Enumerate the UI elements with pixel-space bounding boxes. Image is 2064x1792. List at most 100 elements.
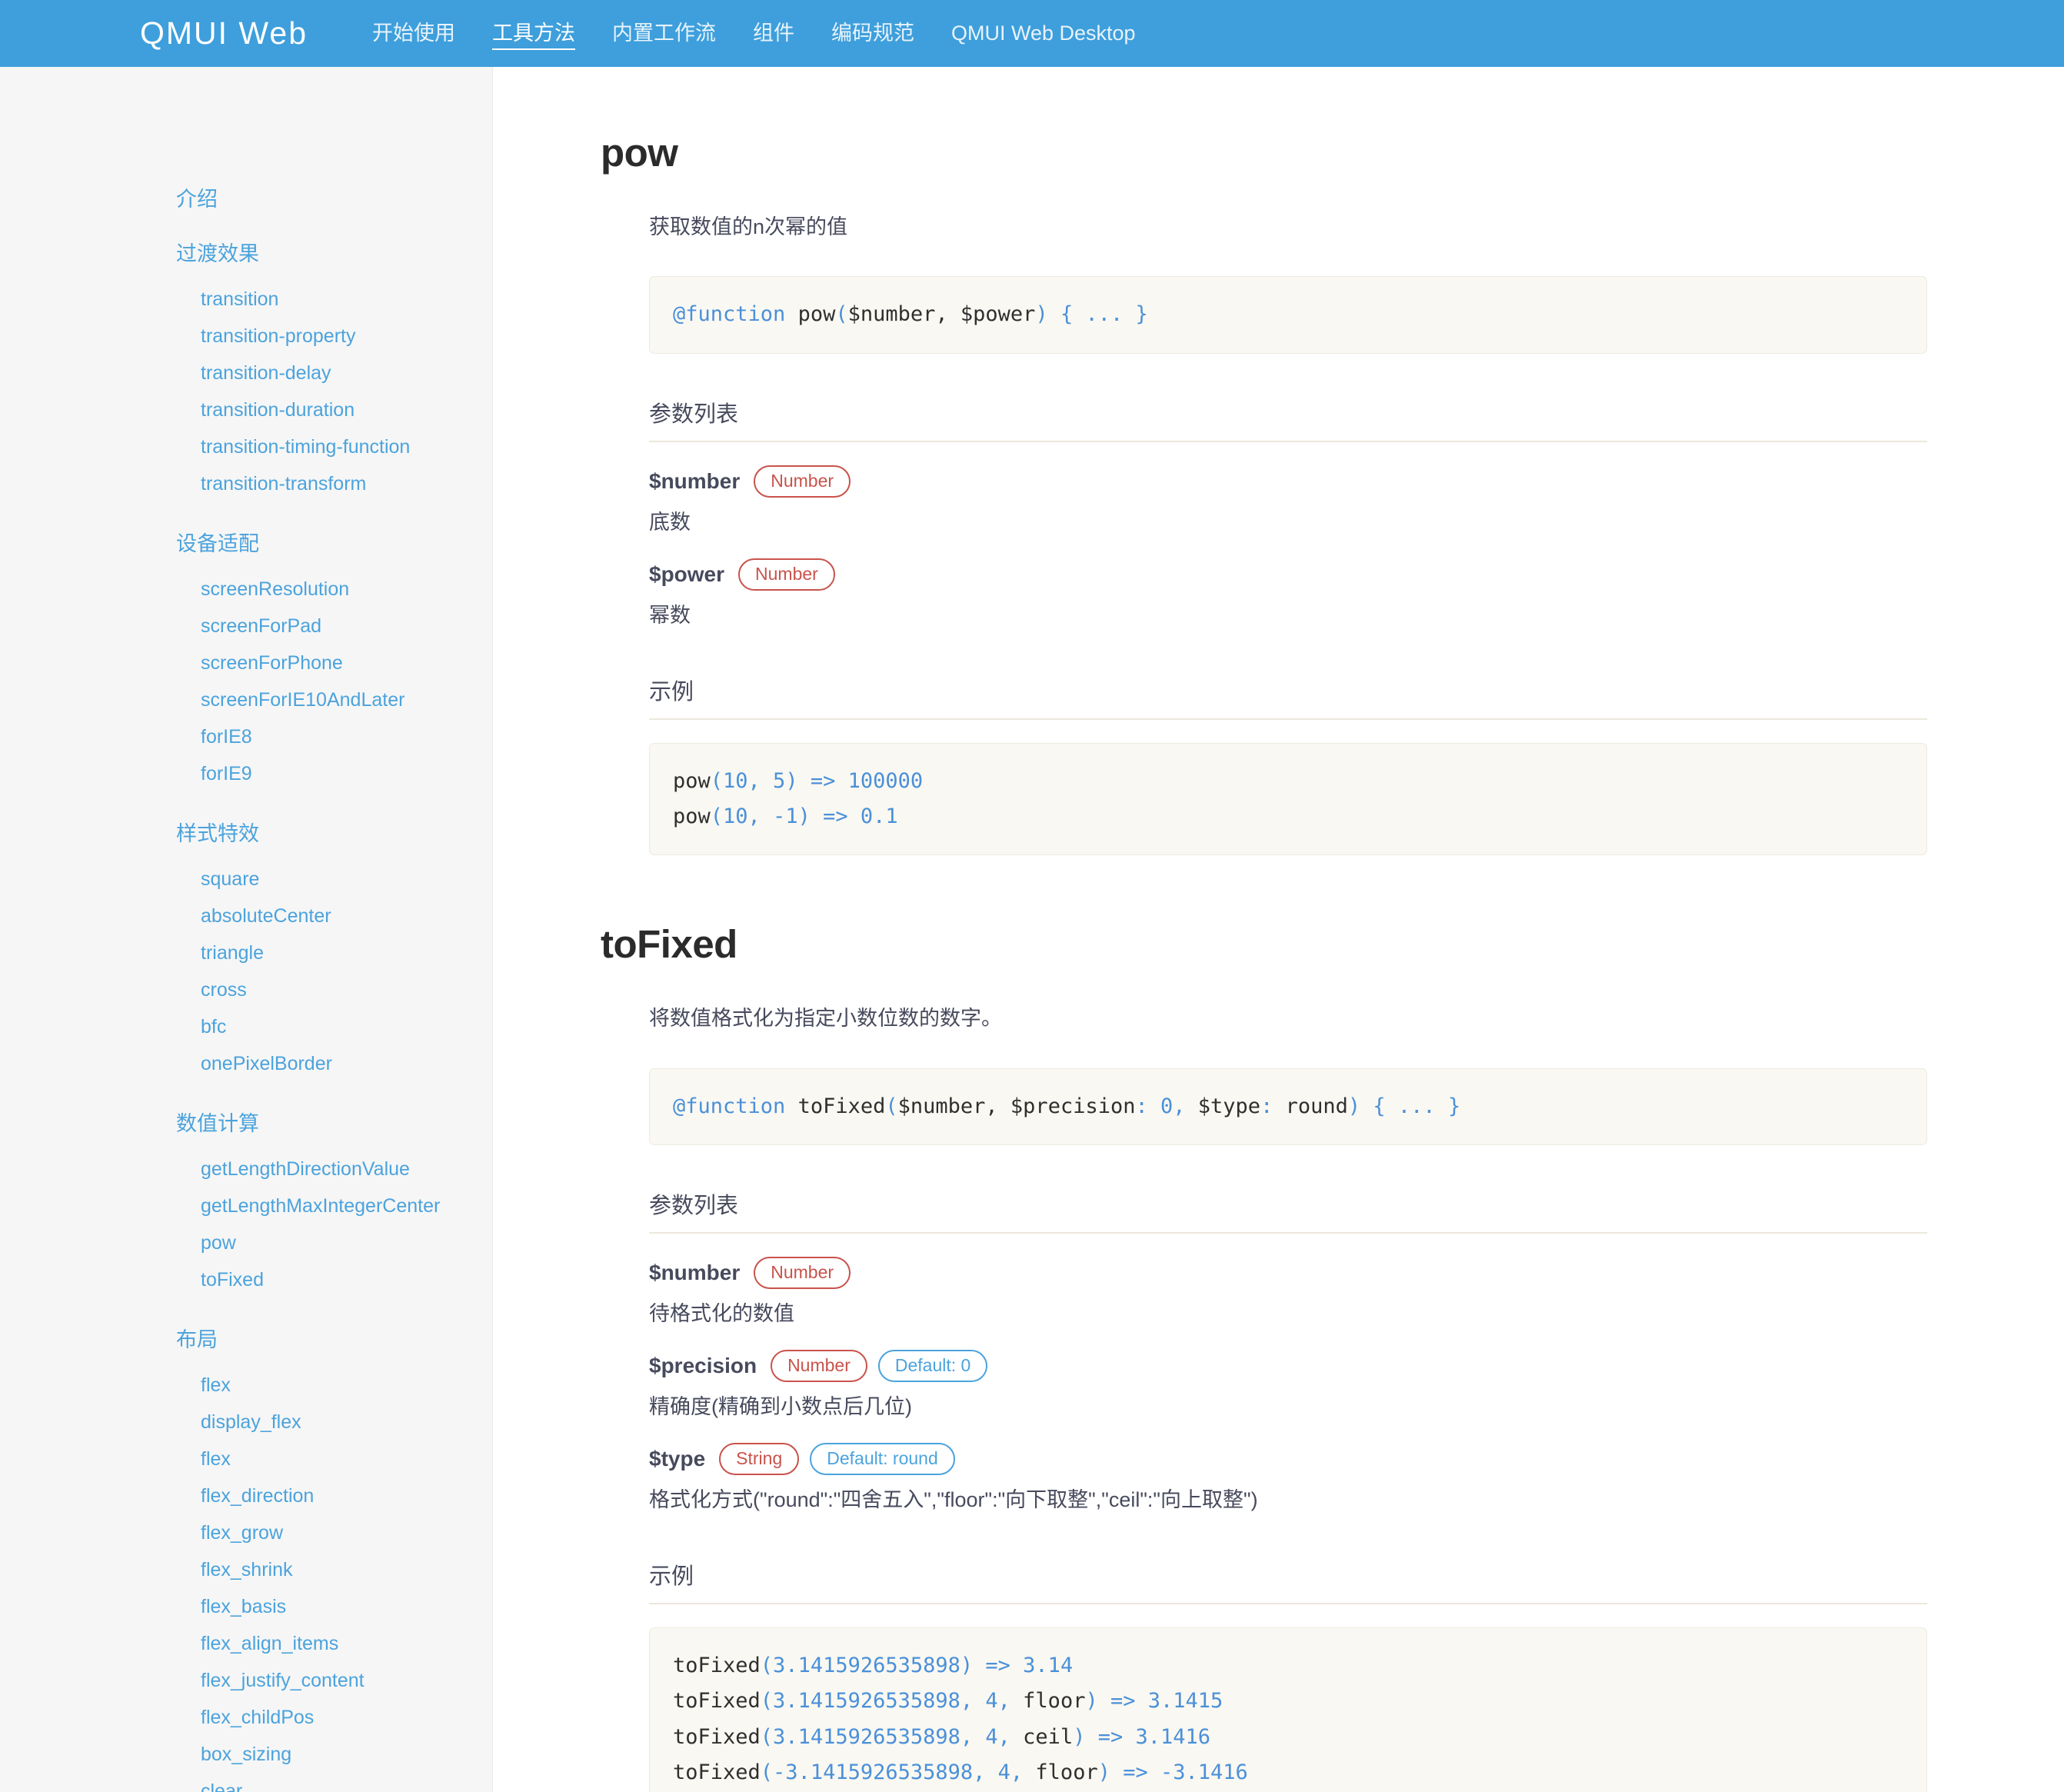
code-token: $number, $power [847, 302, 1036, 327]
code-token: ( [885, 1094, 898, 1118]
code-token: ceil [1023, 1724, 1074, 1749]
param-name: $number [649, 1261, 741, 1285]
params-list: $number Number 底数 $power Number 幂数 [649, 465, 1927, 631]
sidebar-group-title-3[interactable]: 样式特效 [0, 817, 492, 847]
code-token: => 0.1 [823, 804, 898, 828]
sidebar-item-transition-transform[interactable]: transition-transform [0, 465, 492, 502]
sidebar-item-cross[interactable]: cross [0, 971, 492, 1008]
code-token: (3.1415926535898, 4, [760, 1724, 1024, 1749]
sidebar-group-title-4[interactable]: 数值计算 [0, 1107, 492, 1137]
param-row: $type String Default: round 格式化方式("round":"… [649, 1442, 1927, 1516]
sidebar-item-square[interactable]: square [0, 861, 492, 898]
sidebar-item-triangle[interactable]: triangle [0, 934, 492, 971]
example-section-label: 示例 [649, 674, 1927, 720]
sidebar-item-bfc[interactable]: bfc [0, 1008, 492, 1045]
nav-item-0[interactable]: 开始使用 [354, 0, 474, 67]
param-name: $power [649, 561, 725, 586]
code-token: $number, $precision [897, 1094, 1136, 1118]
param-row: $power Number 幂数 [649, 558, 1927, 631]
nav-item-4[interactable]: 编码规范 [813, 0, 933, 67]
code-token: floor [1023, 1689, 1086, 1714]
code-token: 0 [1147, 1094, 1173, 1118]
brand-logo[interactable]: QMUI Web [140, 15, 308, 52]
code-token: (10, 5) [710, 768, 798, 793]
code-line: toFixed(3.1415926535898, 4, ceil) => 3.1… [673, 1720, 1903, 1755]
sidebar-item-flex_align_items[interactable]: flex_align_items [0, 1625, 492, 1662]
sidebar-item-transition[interactable]: transition [0, 281, 492, 318]
params-list: $number Number 待格式化的数值 $precision Number Defa… [649, 1257, 1927, 1516]
code-line: toFixed(3.1415926535898) => 3.14 [673, 1648, 1903, 1684]
function-title-pow: pow [601, 131, 678, 175]
sidebar-item-getLengthMaxIntegerCenter[interactable]: getLengthMaxIntegerCenter [0, 1187, 492, 1224]
top-navigation-bar: QMUI Web 开始使用 工具方法 内置工作流 组件 编码规范 QMUI Web Des… [0, 0, 2064, 67]
code-token: { ... } [1047, 302, 1148, 327]
code-token: => 3.14 [985, 1653, 1074, 1677]
code-token: @function [673, 302, 798, 327]
sidebar-item-forIE9[interactable]: forIE9 [0, 755, 492, 792]
sidebar-item-flex[interactable]: flex [0, 1441, 492, 1477]
page-body: 介绍 过渡效果 transition transition-property trans… [0, 67, 2064, 1792]
param-description: 格式化方式("round":"四舍五入","floor":"向下取整","cei… [649, 1488, 1258, 1512]
sidebar-group-title-1[interactable]: 过渡效果 [0, 237, 492, 267]
sidebar-item-transition-delay[interactable]: transition-delay [0, 355, 492, 391]
code-token: toFixed [673, 1760, 761, 1785]
example-code-block: pow(10, 5) => 100000 pow(10, -1) => 0.1 [649, 742, 1927, 856]
code-token: ) [1085, 1689, 1098, 1714]
nav-item-5[interactable]: QMUI Web Desktop [933, 0, 1154, 67]
sidebar-item-transition-property[interactable]: transition-property [0, 318, 492, 355]
sidebar-item-transition-timing-function[interactable]: transition-timing-function [0, 428, 492, 465]
code-token: ( [835, 302, 848, 327]
param-type-badge: String [719, 1442, 800, 1476]
sidebar-item-pow[interactable]: pow [0, 1224, 492, 1261]
function-signature-code: @function toFixed($number, $precision: 0… [649, 1068, 1927, 1145]
sidebar-group-title-5[interactable]: 布局 [0, 1323, 492, 1353]
nav-item-3[interactable]: 组件 [734, 0, 813, 67]
param-name: $number [649, 468, 741, 493]
param-default-badge: Default: 0 [877, 1349, 988, 1383]
example-code-block: toFixed(3.1415926535898) => 3.14 toFixed(… [649, 1627, 1927, 1792]
sidebar-item-flex_grow[interactable]: flex_grow [0, 1514, 492, 1551]
sidebar-item-screenForPhone[interactable]: screenForPhone [0, 645, 492, 681]
code-token: pow [673, 804, 711, 828]
sidebar-item-toFixed[interactable]: toFixed [0, 1261, 492, 1298]
sidebar-item-flex_basis[interactable]: flex_basis [0, 1588, 492, 1625]
nav-item-1[interactable]: 工具方法 [474, 0, 594, 67]
param-description: 幂数 [649, 604, 691, 627]
sidebar-item-getLengthDirectionValue[interactable]: getLengthDirectionValue [0, 1151, 492, 1187]
sidebar-item-transition-duration[interactable]: transition-duration [0, 391, 492, 428]
sidebar-group-title-0[interactable]: 介绍 [0, 182, 492, 212]
sidebar-navigation[interactable]: 介绍 过渡效果 transition transition-property trans… [0, 67, 493, 1792]
code-line: pow(10, -1) => 0.1 [673, 799, 1903, 834]
code-token: toFixed [673, 1653, 761, 1677]
param-description: 底数 [649, 511, 691, 535]
sidebar-item-screenForIE10AndLater[interactable]: screenForIE10AndLater [0, 681, 492, 718]
sidebar-item-forIE8[interactable]: forIE8 [0, 718, 492, 755]
nav-item-2[interactable]: 内置工作流 [594, 0, 734, 67]
code-token: => 3.1416 [1097, 1724, 1211, 1749]
sidebar-item-flex_childPos[interactable]: flex_childPos [0, 1699, 492, 1736]
sidebar-item-flex[interactable]: flex [0, 1367, 492, 1404]
sidebar-item-flex_justify_content[interactable]: flex_justify_content [0, 1662, 492, 1699]
sidebar-item-onePixelBorder[interactable]: onePixelBorder [0, 1045, 492, 1082]
code-token: (10, -1) [710, 804, 811, 828]
param-row: $number Number 待格式化的数值 [649, 1257, 1927, 1330]
code-token: toFixed [673, 1724, 761, 1749]
param-type-badge: Number [754, 1257, 851, 1290]
code-token: toFixed [797, 1094, 886, 1118]
code-token: : [1260, 1094, 1273, 1118]
param-row: $precision Number Default: 0 精确度(精确到小数点后几位) [649, 1349, 1927, 1423]
param-row: $number Number 底数 [649, 465, 1927, 538]
sidebar-group-title-2[interactable]: 设备适配 [0, 527, 492, 557]
content-container: pow 获取数值的n次幂的值 @function pow($number, $pow… [493, 67, 2062, 1792]
sidebar-item-box_sizing[interactable]: box_sizing [0, 1736, 492, 1773]
code-line: toFixed(3.1415926535898, 4, floor) => 3.… [673, 1684, 1903, 1719]
param-default-badge: Default: round [810, 1442, 955, 1476]
sidebar-item-screenResolution[interactable]: screenResolution [0, 571, 492, 608]
sidebar-item-flex_direction[interactable]: flex_direction [0, 1477, 492, 1514]
sidebar-item-display_flex[interactable]: display_flex [0, 1404, 492, 1441]
sidebar-item-clear[interactable]: clear [0, 1773, 492, 1792]
sidebar-item-absoluteCenter[interactable]: absoluteCenter [0, 898, 492, 934]
sidebar-item-screenForPad[interactable]: screenForPad [0, 608, 492, 645]
sidebar-item-flex_shrink[interactable]: flex_shrink [0, 1551, 492, 1588]
